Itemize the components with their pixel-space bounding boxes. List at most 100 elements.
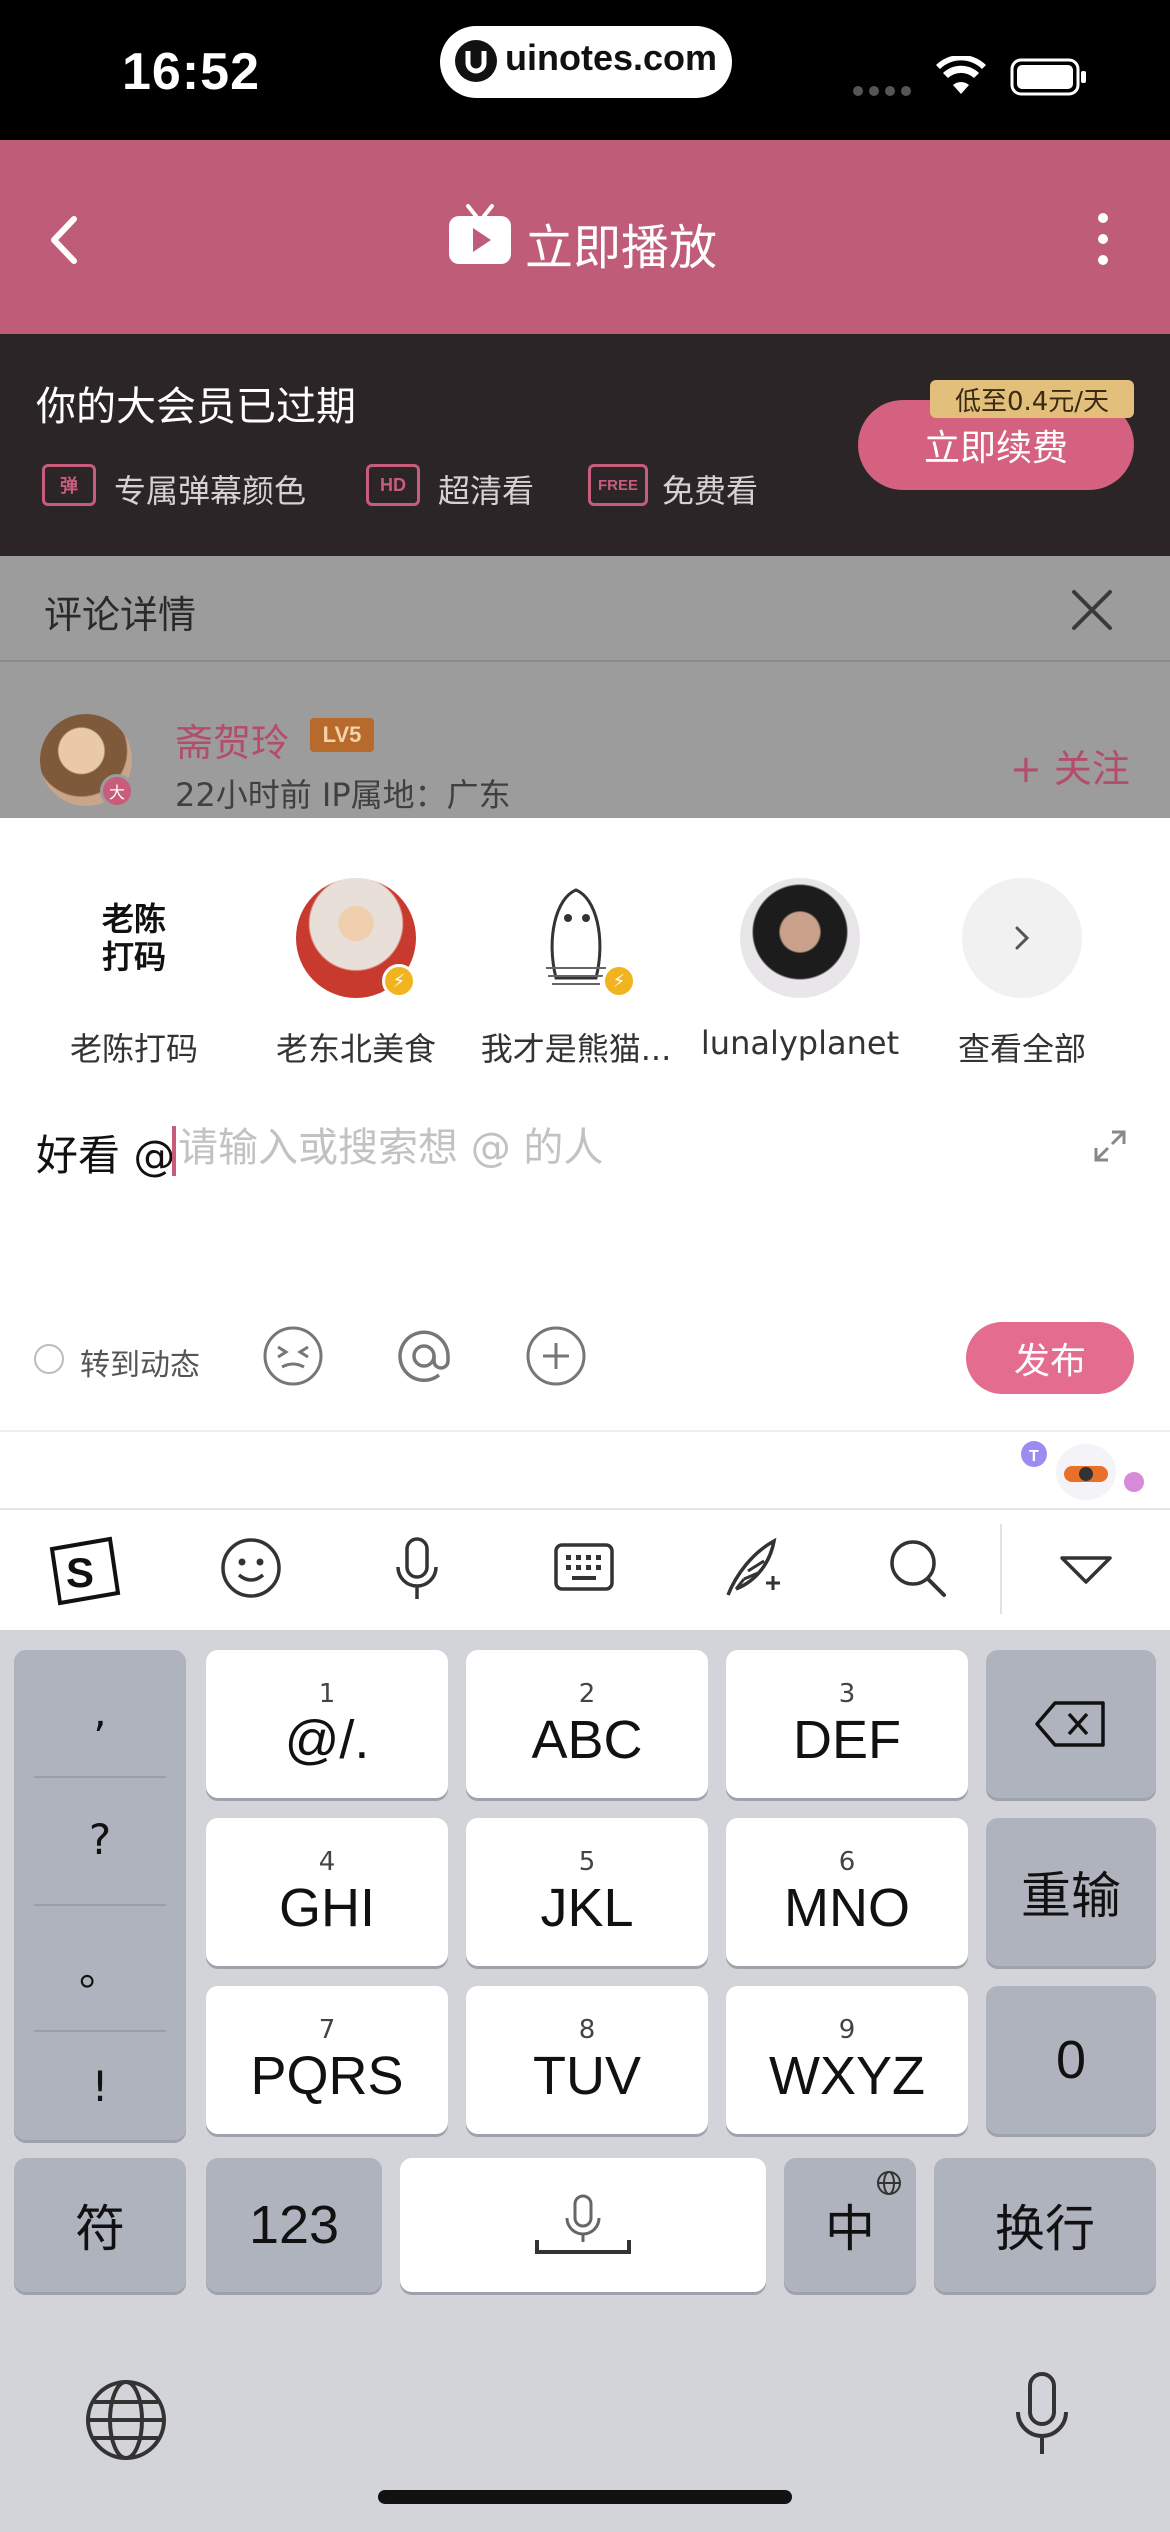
back-icon[interactable] bbox=[40, 205, 88, 279]
space-key[interactable] bbox=[400, 2158, 766, 2292]
punct-key[interactable]: 。 bbox=[14, 1906, 186, 2028]
perk-label: 免费看 bbox=[662, 472, 759, 510]
home-indicator bbox=[378, 2490, 792, 2504]
mention-name: 我才是熊猫... bbox=[480, 1030, 672, 1068]
key-6[interactable]: 6 MNO bbox=[726, 1818, 968, 1966]
key-label: 中 bbox=[825, 2200, 875, 2258]
key-number: 7 bbox=[318, 2015, 336, 2045]
key-number: 4 bbox=[318, 1847, 336, 1877]
free-icon: FREE bbox=[588, 464, 648, 506]
text-cursor bbox=[172, 1126, 176, 1176]
danmaku-icon: 弹 bbox=[42, 464, 96, 506]
key-label: 换行 bbox=[995, 2200, 1095, 2258]
globe-icon bbox=[877, 2171, 901, 2195]
at-icon[interactable] bbox=[393, 1325, 455, 1391]
mention-item[interactable]: 老陈 打码 老陈打码 bbox=[34, 878, 234, 1070]
key-label: ABC bbox=[531, 1710, 643, 1770]
close-icon[interactable] bbox=[1068, 586, 1116, 638]
mascot-icon[interactable]: T bbox=[1018, 1432, 1148, 1512]
url-text: uinotes.com bbox=[505, 37, 718, 78]
key-label: 重输 bbox=[1021, 1867, 1121, 1925]
key-7[interactable]: 7 PQRS bbox=[206, 1986, 448, 2134]
key-number: 5 bbox=[578, 1847, 596, 1877]
hd-icon: HD bbox=[366, 464, 420, 506]
expand-icon[interactable] bbox=[1092, 1128, 1128, 1168]
comment-meta: 22小时前 IP属地：广东 bbox=[175, 776, 511, 814]
key-label: 123 bbox=[248, 2195, 340, 2255]
numbers-key[interactable]: 123 bbox=[206, 2158, 382, 2292]
chevron-right-icon bbox=[962, 878, 1082, 998]
backspace-icon bbox=[1035, 1701, 1105, 1747]
key-9[interactable]: 9 WXYZ bbox=[726, 1986, 968, 2134]
perk-label: 专属弹幕颜色 bbox=[114, 472, 307, 510]
key-label: DEF bbox=[793, 1710, 901, 1770]
key-2[interactable]: 2 ABC bbox=[466, 1650, 708, 1798]
key-3[interactable]: 3 DEF bbox=[726, 1650, 968, 1798]
space-mic-icon bbox=[535, 2194, 631, 2254]
punct-key[interactable]: , bbox=[14, 1650, 186, 1772]
avatar: ⚡ bbox=[296, 878, 416, 998]
reenter-key[interactable]: 重输 bbox=[986, 1818, 1156, 1966]
return-key[interactable]: 换行 bbox=[934, 2158, 1156, 2292]
search-icon[interactable] bbox=[886, 1535, 950, 1605]
follow-button[interactable]: + 关注 bbox=[1010, 738, 1130, 793]
language-key[interactable]: 中 bbox=[784, 2158, 916, 2292]
mention-item[interactable]: lunalyplanet bbox=[700, 878, 900, 1062]
key-number: 6 bbox=[838, 1847, 856, 1877]
cellular-signal-icon bbox=[852, 82, 914, 101]
emoji-icon[interactable] bbox=[218, 1535, 284, 1605]
globe-icon[interactable] bbox=[84, 2378, 168, 2466]
comment-detail-title: 评论详情 bbox=[44, 593, 197, 637]
key-label: 符 bbox=[75, 2200, 125, 2258]
key-label: @/. bbox=[284, 1710, 370, 1770]
key-label: GHI bbox=[278, 1878, 375, 1938]
level-badge: LV5 bbox=[310, 718, 374, 752]
vip-title: 你的大会员已过期 bbox=[36, 384, 356, 430]
bolt-icon: ⚡ bbox=[382, 964, 416, 998]
collapse-keyboard-icon[interactable] bbox=[1058, 1550, 1114, 1594]
page-title: 立即播放 bbox=[525, 220, 718, 276]
backspace-key[interactable] bbox=[986, 1650, 1156, 1798]
punct-key[interactable]: ! bbox=[14, 2032, 186, 2140]
repost-label[interactable]: 转到动态 bbox=[80, 1340, 200, 1384]
avatar bbox=[740, 878, 860, 998]
key-4[interactable]: 4 GHI bbox=[206, 1818, 448, 1966]
more-icon[interactable] bbox=[1093, 210, 1113, 272]
svg-text:S: S bbox=[66, 1549, 94, 1596]
battery-icon bbox=[1010, 58, 1088, 100]
tv-icon bbox=[446, 204, 514, 272]
key-label: PQRS bbox=[250, 2046, 404, 2106]
perk-label: 超清看 bbox=[438, 472, 535, 510]
key-1[interactable]: 1 @/. bbox=[206, 1650, 448, 1798]
repost-radio[interactable] bbox=[34, 1344, 64, 1374]
mention-search-input[interactable] bbox=[178, 1118, 778, 1178]
divider bbox=[0, 660, 1170, 662]
keyboard-icon[interactable] bbox=[552, 1535, 616, 1603]
microphone-icon[interactable] bbox=[392, 1535, 442, 1609]
key-number: 3 bbox=[838, 1679, 856, 1709]
mention-name: 老东北美食 bbox=[275, 1030, 436, 1068]
sogou-logo-icon[interactable]: S bbox=[44, 1535, 124, 1611]
symbols-key[interactable]: 符 bbox=[14, 2158, 186, 2292]
avatar: 老陈 打码 bbox=[74, 878, 194, 998]
add-icon[interactable] bbox=[525, 1325, 587, 1391]
toolbar-divider bbox=[1000, 1524, 1002, 1614]
price-tag: 低至0.4元/天 bbox=[930, 380, 1134, 418]
punct-key[interactable]: ? bbox=[14, 1778, 186, 1900]
mention-item[interactable]: ⚡ 老东北美食 bbox=[256, 878, 456, 1070]
typed-text: 好看 @ bbox=[36, 1131, 176, 1180]
key-label: JKL bbox=[540, 1878, 634, 1938]
avatar-text: 老陈 打码 bbox=[101, 899, 166, 976]
key-8[interactable]: 8 TUV bbox=[466, 1986, 708, 2134]
bolt-icon: ⚡ bbox=[602, 964, 636, 998]
mention-item[interactable]: ⚡ 我才是熊猫... bbox=[476, 878, 676, 1070]
dictation-microphone-icon[interactable] bbox=[1010, 2370, 1074, 2464]
key-0[interactable]: 0 bbox=[986, 1986, 1156, 2134]
mention-name: 老陈打码 bbox=[69, 1030, 198, 1068]
comment-user-name[interactable]: 斋贺玲 bbox=[175, 712, 289, 767]
key-5[interactable]: 5 JKL bbox=[466, 1818, 708, 1966]
publish-button[interactable]: 发布 bbox=[966, 1322, 1134, 1394]
handwriting-icon[interactable] bbox=[718, 1535, 784, 1607]
emoji-icon[interactable] bbox=[262, 1325, 324, 1391]
view-all-button[interactable]: 查看全部 bbox=[922, 878, 1122, 1070]
